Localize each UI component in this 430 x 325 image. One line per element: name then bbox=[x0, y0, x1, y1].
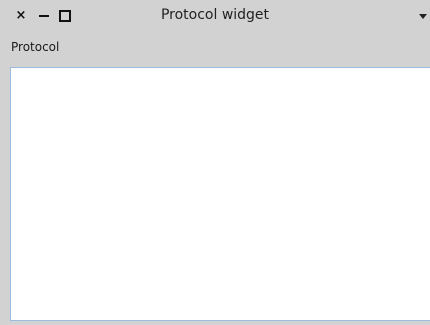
chevron-down-icon[interactable] bbox=[419, 14, 427, 19]
close-icon[interactable]: × bbox=[14, 9, 28, 23]
minimize-bar bbox=[39, 15, 49, 17]
minimize-icon[interactable] bbox=[37, 9, 51, 23]
protocol-widget-window: × Protocol widget Protocol bbox=[0, 0, 430, 325]
protocol-list[interactable] bbox=[10, 67, 430, 321]
maximize-box bbox=[59, 10, 71, 22]
protocol-label: Protocol bbox=[11, 40, 60, 54]
title-bar[interactable]: × Protocol widget bbox=[0, 0, 430, 34]
maximize-icon[interactable] bbox=[58, 9, 72, 23]
